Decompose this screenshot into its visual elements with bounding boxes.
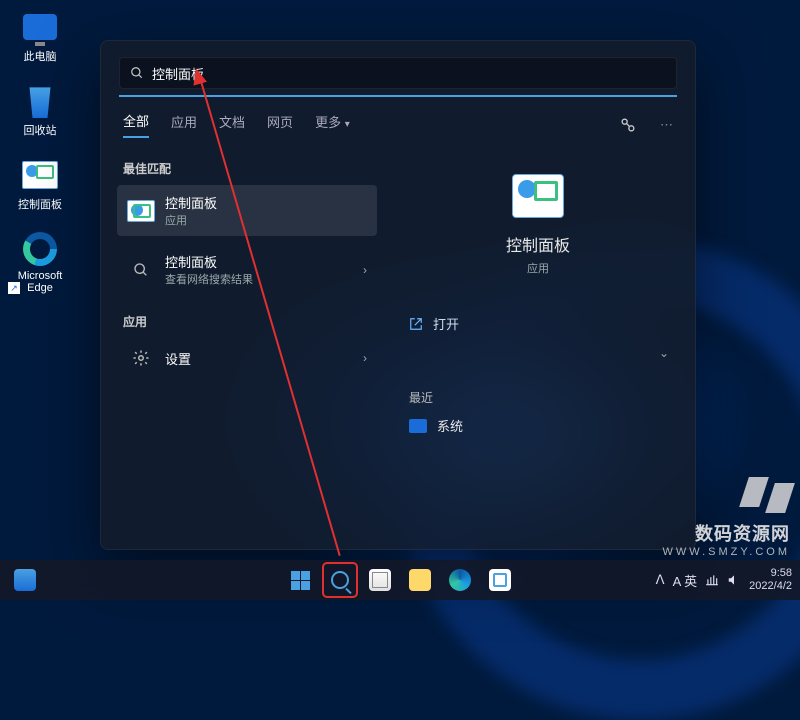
edge-button[interactable] (443, 563, 477, 597)
action-label: 打开 (433, 314, 459, 333)
recycle-bin-icon (21, 82, 59, 120)
tab-web[interactable]: 网页 (267, 112, 293, 137)
widgets-icon (14, 569, 36, 591)
watermark-logo-icon (744, 477, 790, 515)
recent-label: 最近 (397, 389, 679, 406)
search-input[interactable] (152, 66, 666, 81)
result-sub: 查看网络搜索结果 (165, 271, 253, 287)
control-panel-icon: ↗ (21, 156, 59, 194)
watermark: 数码资源网 WWW.SMZY.COM (663, 477, 790, 558)
control-panel-icon (127, 199, 155, 223)
result-control-panel[interactable]: 控制面板 应用 (117, 185, 377, 236)
more-options-icon[interactable]: ⋯ (660, 117, 673, 133)
task-view-icon (369, 569, 391, 591)
start-button[interactable] (283, 563, 317, 597)
taskbar: ᐱ A 英 9:58 2022/4/2 (0, 560, 800, 600)
taskbar-search-button[interactable] (323, 563, 357, 597)
store-icon (489, 569, 511, 591)
result-sub: 应用 (165, 212, 217, 228)
chevron-right-icon: › (363, 351, 367, 365)
monitor-icon (21, 8, 59, 46)
edge-icon: ↗ (21, 230, 59, 268)
chevron-down-icon: ⌄ (659, 346, 669, 360)
watermark-title: 数码资源网 (663, 520, 790, 546)
file-explorer-button[interactable] (403, 563, 437, 597)
network-icon[interactable] (705, 573, 719, 587)
result-title: 控制面板 (165, 193, 217, 212)
tab-all[interactable]: 全部 (123, 111, 149, 138)
tab-docs[interactable]: 文档 (219, 112, 245, 137)
widgets-button[interactable] (8, 563, 42, 597)
folder-icon (409, 569, 431, 591)
search-icon (331, 571, 349, 589)
result-control-panel-web[interactable]: 控制面板 查看网络搜索结果 › (117, 244, 377, 295)
volume-icon[interactable] (727, 573, 741, 587)
preview-column: 控制面板 应用 打开 ⌄ 最近 系统 (389, 154, 687, 445)
desktop-icon-this-pc[interactable]: 此电脑 (8, 8, 72, 64)
task-view-button[interactable] (363, 563, 397, 597)
desktop-icon-control-panel[interactable]: ↗ 控制面板 (8, 156, 72, 212)
control-panel-icon (512, 174, 564, 218)
tab-apps[interactable]: 应用 (171, 112, 197, 137)
preview-sub: 应用 (527, 260, 549, 276)
recent-item-label: 系统 (437, 416, 463, 435)
result-title: 设置 (165, 349, 191, 368)
desktop-icon-edge[interactable]: ↗ Microsoft Edge (8, 230, 72, 294)
taskbar-clock[interactable]: 9:58 2022/4/2 (749, 567, 792, 593)
system-icon (409, 419, 427, 433)
clock-date: 2022/4/2 (749, 580, 792, 593)
store-button[interactable] (483, 563, 517, 597)
open-icon (409, 317, 423, 331)
desktop-icon-label: 控制面板 (18, 196, 62, 212)
clock-time: 9:58 (749, 567, 792, 580)
account-icon[interactable] (618, 115, 638, 135)
desktop-icon-recycle-bin[interactable]: 回收站 (8, 82, 72, 138)
start-search-panel: 全部 应用 文档 网页 更多 ▾ ⋯ 最佳匹配 控制面板 应用 (100, 40, 696, 550)
results-column: 最佳匹配 控制面板 应用 控制面板 查看网络搜索结果 › 应用 (117, 154, 377, 445)
search-icon (130, 66, 144, 80)
edge-icon (449, 569, 471, 591)
tab-more[interactable]: 更多 ▾ (315, 112, 350, 137)
action-open[interactable]: 打开 (397, 304, 679, 343)
action-expand[interactable]: ⌄ (397, 343, 679, 363)
windows-logo-icon (291, 571, 310, 590)
desktop-icon-label: 回收站 (24, 122, 57, 138)
preview-title: 控制面板 (506, 232, 570, 256)
result-title: 控制面板 (165, 252, 253, 271)
best-match-label: 最佳匹配 (117, 154, 377, 185)
watermark-url: WWW.SMZY.COM (663, 546, 790, 558)
search-tabs: 全部 应用 文档 网页 更多 ▾ ⋯ (101, 97, 695, 148)
gear-icon (127, 346, 155, 370)
tray-chevron-up-icon[interactable]: ᐱ (656, 572, 665, 588)
desktop-icon-label: 此电脑 (24, 48, 57, 64)
recent-item-system[interactable]: 系统 (397, 406, 679, 445)
search-icon (127, 258, 155, 282)
apps-section-label: 应用 (117, 307, 377, 338)
chevron-right-icon: › (363, 263, 367, 277)
result-settings[interactable]: 设置 › (117, 338, 377, 378)
ime-indicator[interactable]: A 英 (673, 571, 698, 590)
desktop-icons: 此电脑 回收站 ↗ 控制面板 ↗ Microsoft Edge (8, 8, 72, 294)
